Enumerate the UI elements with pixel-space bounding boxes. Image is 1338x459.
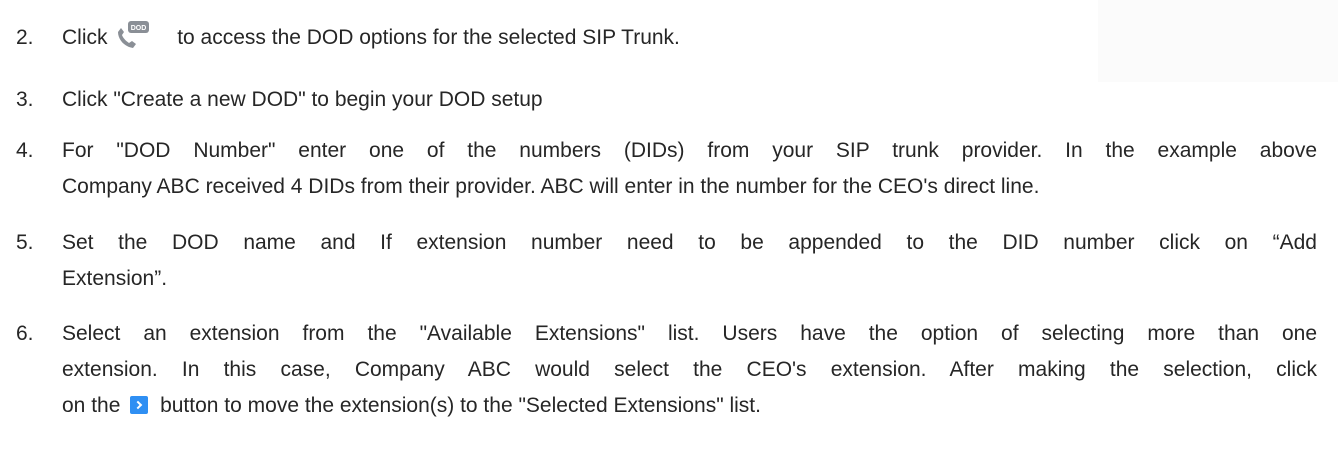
step-text: Click "Create a new DOD" to begin your D… bbox=[62, 88, 543, 111]
step-text-line-last: on the button to move the extension(s) t… bbox=[62, 388, 1317, 424]
step-text: Set the DOD name and If extension number… bbox=[62, 225, 1317, 297]
step-text-line: Set the DOD name and If extension number… bbox=[62, 231, 1317, 254]
dod-phone-icon[interactable]: DOD bbox=[115, 20, 151, 50]
step-text-after: to access the DOD options for the select… bbox=[177, 26, 680, 49]
step-text-line: For "DOD Number" enter one of the number… bbox=[62, 139, 1317, 162]
step-text-line: Company ABC received 4 DIDs from their p… bbox=[62, 175, 1040, 198]
move-right-button-icon[interactable] bbox=[130, 396, 149, 414]
step-text: Select an extension from the "Available … bbox=[62, 316, 1317, 424]
step-text: Click to access the DOD options for the … bbox=[62, 20, 1317, 56]
step-text-after: button to move the extension(s) to the "… bbox=[160, 394, 761, 417]
step-text-before: Click bbox=[62, 26, 108, 49]
step-text-line: Extension”. bbox=[62, 267, 168, 290]
step-number: 5. bbox=[16, 231, 34, 254]
step-text-line: extension. In this case, Company ABC wou… bbox=[62, 358, 1317, 381]
step-text-line: Select an extension from the "Available … bbox=[62, 322, 1317, 345]
step-text: For "DOD Number" enter one of the number… bbox=[62, 133, 1317, 205]
step-number: 3. bbox=[16, 88, 34, 111]
step-number: 4. bbox=[16, 139, 34, 162]
step-number: 2. bbox=[16, 26, 34, 49]
dod-icon-label: DOD bbox=[131, 25, 147, 32]
step-number: 6. bbox=[16, 322, 34, 345]
step-text-before: on the bbox=[62, 394, 121, 417]
